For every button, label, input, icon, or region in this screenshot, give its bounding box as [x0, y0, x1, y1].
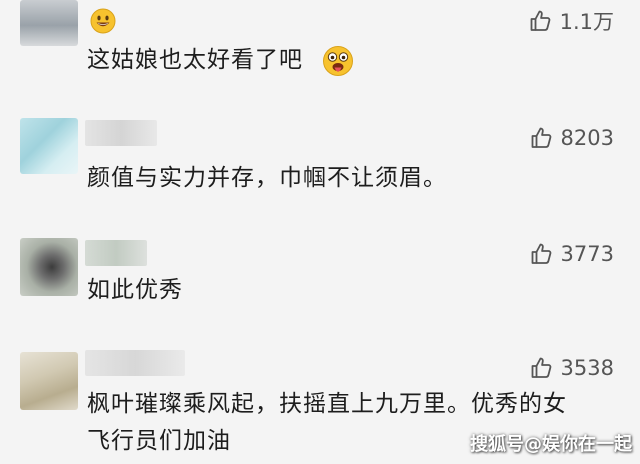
- tongue-emoji-icon: [322, 45, 354, 81]
- thumbs-up-icon: [530, 242, 554, 266]
- like-button[interactable]: 3538: [530, 356, 614, 380]
- comment-item: 8203 颜值与实力并存，巾帼不让须眉。: [0, 110, 640, 228]
- avatar[interactable]: [20, 0, 78, 46]
- username-blurred[interactable]: [85, 120, 157, 146]
- like-count: 3538: [560, 356, 614, 380]
- like-count: 8203: [560, 126, 614, 150]
- smile-emoji-icon: [90, 8, 116, 38]
- comment-item: 3773 如此优秀: [0, 228, 640, 340]
- comment-item: 1.1万 这姑娘也太好看了吧: [0, 0, 640, 110]
- avatar[interactable]: [20, 238, 78, 296]
- comment-text-line: 枫叶璀璨乘风起，扶摇直上九万里。优秀的女: [87, 391, 567, 417]
- thumbs-up-icon: [530, 126, 554, 150]
- avatar[interactable]: [20, 352, 78, 410]
- like-count: 1.1万: [559, 10, 614, 34]
- thumbs-up-icon: [529, 9, 553, 33]
- comment-text: 这姑娘也太好看了吧: [87, 47, 303, 73]
- username-blurred[interactable]: [85, 350, 185, 376]
- thumbs-up-icon: [530, 356, 554, 380]
- username-blurred[interactable]: [85, 240, 147, 266]
- like-button[interactable]: 1.1万: [529, 6, 614, 36]
- like-button[interactable]: 8203: [530, 126, 614, 150]
- comment-text: 如此优秀: [87, 277, 183, 303]
- comment-text: 颜值与实力并存，巾帼不让须眉。: [87, 165, 447, 191]
- like-count: 3773: [560, 242, 614, 266]
- watermark: 搜狐号@娱你在一起: [470, 434, 632, 455]
- avatar[interactable]: [20, 118, 78, 174]
- like-button[interactable]: 3773: [530, 242, 614, 266]
